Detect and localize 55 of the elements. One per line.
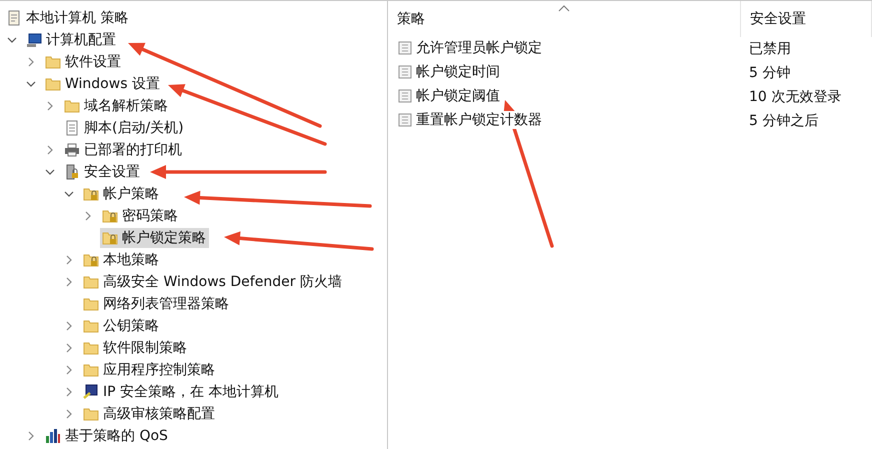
column-header[interactable]: 策略: [388, 1, 741, 37]
computer-icon: [26, 32, 42, 48]
policy-icon: [397, 40, 413, 56]
locked-folder-icon: [102, 230, 118, 246]
tree-item[interactable]: 帐户锁定策略: [100, 228, 209, 248]
locked-folder-icon: [102, 208, 118, 224]
folder-icon: [83, 362, 99, 378]
tree-item[interactable]: 高级安全 Windows Defender 防火墙: [81, 272, 345, 292]
tree-item[interactable]: 计算机配置: [24, 30, 119, 50]
policy-icon: [397, 64, 413, 80]
sort-caret-icon: [558, 5, 570, 12]
policy-cell[interactable]: 帐户锁定时间: [397, 62, 502, 80]
policy-cell[interactable]: 允许管理员帐户锁定: [397, 38, 544, 56]
setting-cell-text: 已禁用: [748, 40, 791, 58]
script-icon: [64, 120, 80, 136]
folder-icon: [83, 296, 99, 312]
bar-chart-icon: [45, 428, 61, 444]
tree-item[interactable]: 密码策略: [100, 206, 181, 226]
tree-item[interactable]: 安全设置: [62, 162, 143, 182]
policy-icon: [397, 88, 413, 104]
policy-icon: [397, 112, 413, 128]
server-lock-icon: [64, 164, 80, 180]
tree-item[interactable]: 域名解析策略: [62, 96, 171, 116]
folder-icon: [83, 274, 99, 290]
tree-item[interactable]: IP 安全策略，在 本地计算机: [81, 382, 282, 402]
tree-item[interactable]: 高级审核策略配置: [81, 404, 218, 424]
column-header[interactable]: 安全设置: [741, 1, 872, 37]
tree-item[interactable]: 软件限制策略: [81, 338, 190, 358]
setting-cell-text: 10 次无效登录: [748, 88, 842, 106]
tree-item[interactable]: 公钥策略: [81, 316, 162, 336]
folder-icon: [83, 340, 99, 356]
tree-item[interactable]: 软件设置: [43, 52, 124, 72]
tree-item[interactable]: 网络列表管理器策略: [81, 294, 232, 314]
tree-root[interactable]: 本地计算机 策略: [4, 8, 132, 28]
tree-item[interactable]: Windows 设置: [43, 74, 163, 94]
locked-folder-icon: [83, 252, 99, 268]
setting-cell-text: 5 分钟: [748, 64, 790, 82]
folder-icon: [45, 54, 61, 70]
policy-cell[interactable]: 帐户锁定阈值: [397, 86, 502, 104]
folder-icon: [83, 318, 99, 334]
tree-item[interactable]: 本地策略: [81, 250, 162, 270]
tree-item[interactable]: 应用程序控制策略: [81, 360, 218, 380]
folder-icon: [45, 76, 61, 92]
tree-item[interactable]: 帐户策略: [81, 184, 162, 204]
printer-icon: [64, 142, 80, 158]
scroll-icon: [6, 10, 22, 26]
policy-cell[interactable]: 重置帐户锁定计数器: [397, 110, 544, 128]
folder-icon: [83, 406, 99, 422]
tree-item[interactable]: 脚本(启动/关机): [62, 118, 187, 138]
folder-icon: [64, 98, 80, 114]
monitor-key-icon: [83, 384, 99, 400]
tree-item[interactable]: 已部署的打印机: [62, 140, 185, 160]
locked-folder-icon: [83, 186, 99, 202]
setting-cell-text: 5 分钟之后: [748, 112, 818, 130]
tree-item[interactable]: 基于策略的 QoS: [43, 426, 171, 446]
